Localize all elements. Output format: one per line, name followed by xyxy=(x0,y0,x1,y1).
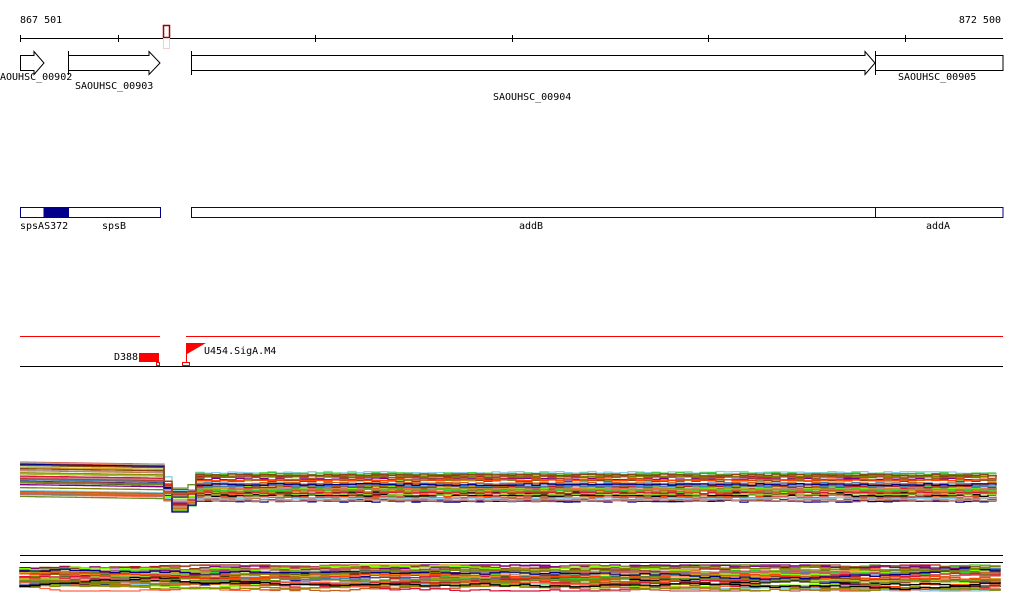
ruler-end-label: 872 500 xyxy=(959,15,1001,26)
gene-box-00905[interactable] xyxy=(875,55,1004,71)
name-label: addB xyxy=(519,221,543,232)
gene-label: SAOUHSC_00905 xyxy=(898,72,976,83)
name-fill-spsAS372 xyxy=(43,207,69,218)
ruler-start-label: 867 501 xyxy=(20,15,62,26)
feature-track xyxy=(20,336,1003,367)
feature-label-d388: D388 xyxy=(114,352,138,363)
feature-label-u454: U454.SigA.M4 xyxy=(204,346,276,357)
genome-browser-canvas[interactable]: 867 501 872 500 AOUHSC_00902 SAOUHSC_009… xyxy=(0,0,1024,611)
gene-label: SAOUHSC_00904 xyxy=(493,92,571,103)
feature-d388-marker xyxy=(156,362,160,366)
feature-d388[interactable] xyxy=(139,353,159,362)
name-box-addA[interactable] xyxy=(875,207,1004,218)
name-label: addA xyxy=(926,221,950,232)
expression-trace-panel-1 xyxy=(20,461,997,513)
position-cursor[interactable] xyxy=(162,24,171,49)
name-box-spsB[interactable] xyxy=(68,207,161,218)
expression-trace-panel-2 xyxy=(19,564,1001,592)
flag-icon[interactable] xyxy=(182,343,207,366)
gene-arrow-00904[interactable] xyxy=(191,50,876,76)
gene-arrow-00903[interactable] xyxy=(68,50,161,76)
name-label: spsAS372 xyxy=(20,221,68,232)
name-box-addB[interactable] xyxy=(191,207,876,218)
gene-label: AOUHSC_00902 xyxy=(0,72,72,83)
name-label: spsB xyxy=(102,221,126,232)
gene-label: SAOUHSC_00903 xyxy=(75,81,153,92)
